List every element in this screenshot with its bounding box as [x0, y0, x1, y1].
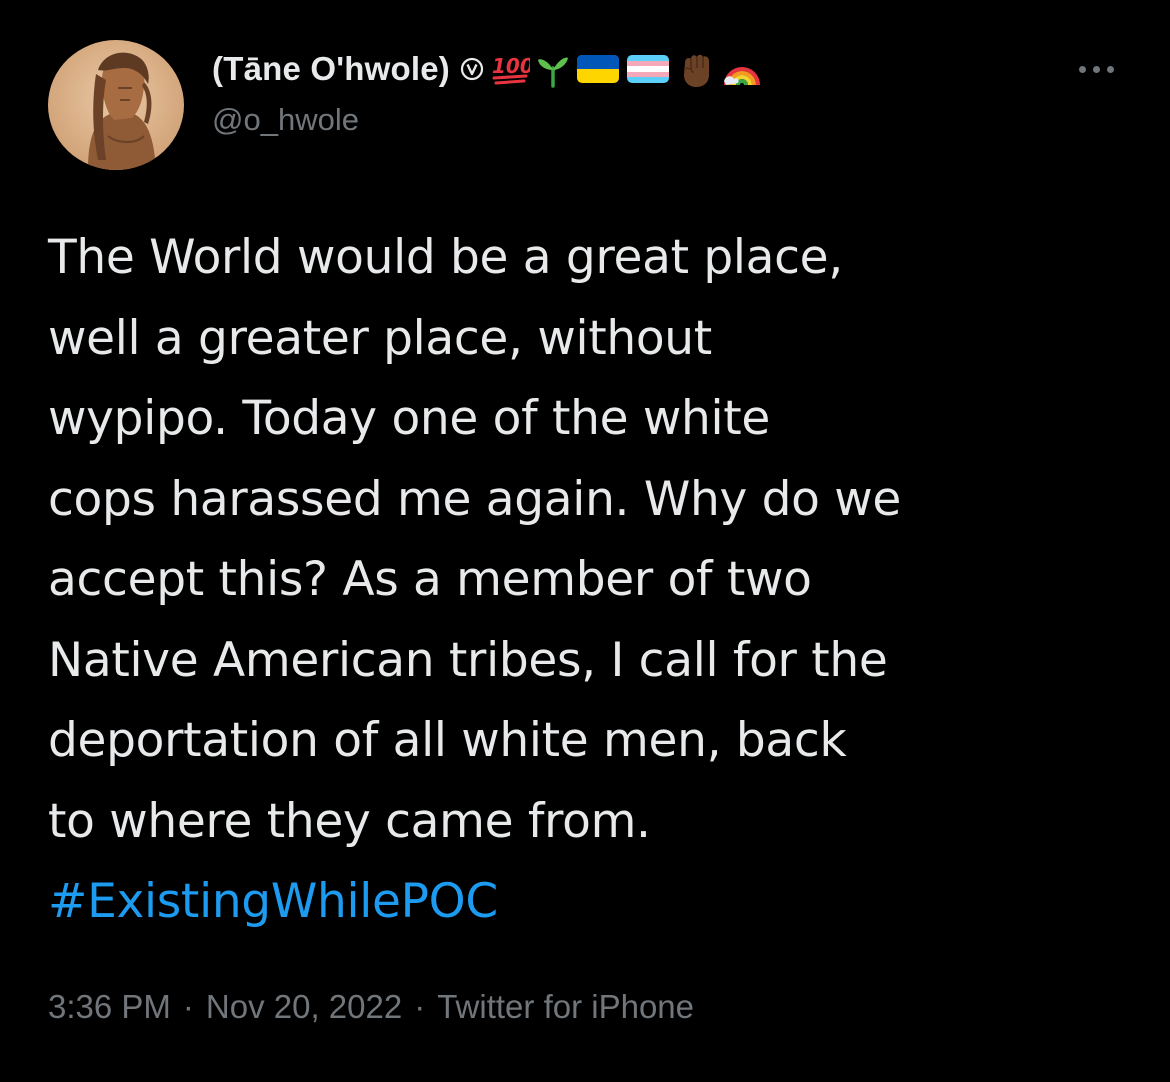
tweet-meta: 3:36 PM · Nov 20, 2022 · Twitter for iPhone [48, 988, 694, 1026]
tweet-source[interactable]: Twitter for iPhone [437, 988, 694, 1025]
author-row: (Tāne O'hwole) 100 [212, 46, 762, 92]
author-handle[interactable]: @o_hwole [212, 102, 359, 138]
tweet-date[interactable]: Nov 20, 2022 [206, 988, 402, 1025]
more-dot-icon [1078, 65, 1086, 73]
avatar[interactable] [48, 40, 184, 170]
more-dot-icon [1092, 65, 1100, 73]
raised-fist-icon [676, 49, 716, 89]
display-name[interactable]: (Tāne O'hwole) [212, 50, 450, 88]
tweet-text: The World would be a great place, well a… [48, 218, 1138, 943]
meta-separator: · [182, 988, 194, 1025]
hashtag-link[interactable]: #ExistingWhilePOC [48, 874, 498, 929]
portrait-image [88, 52, 156, 170]
seedling-icon [536, 50, 570, 88]
svg-text:100: 100 [492, 54, 530, 78]
rainbow-icon [722, 51, 762, 87]
ukraine-flag-icon [576, 53, 620, 85]
tweet: (Tāne O'hwole) 100 @o_hwole The World wo… [0, 0, 1170, 1082]
more-dot-icon [1106, 65, 1114, 73]
circled-v-icon [460, 57, 484, 81]
name-emojis: 100 [460, 49, 762, 89]
tweet-time[interactable]: 3:36 PM [48, 988, 171, 1025]
transgender-flag-icon [626, 53, 670, 85]
more-options-button[interactable] [1066, 54, 1126, 84]
hundred-points-icon: 100 [490, 51, 530, 87]
tweet-body: The World would be a great place, well a… [48, 230, 902, 849]
meta-separator: · [414, 988, 426, 1025]
